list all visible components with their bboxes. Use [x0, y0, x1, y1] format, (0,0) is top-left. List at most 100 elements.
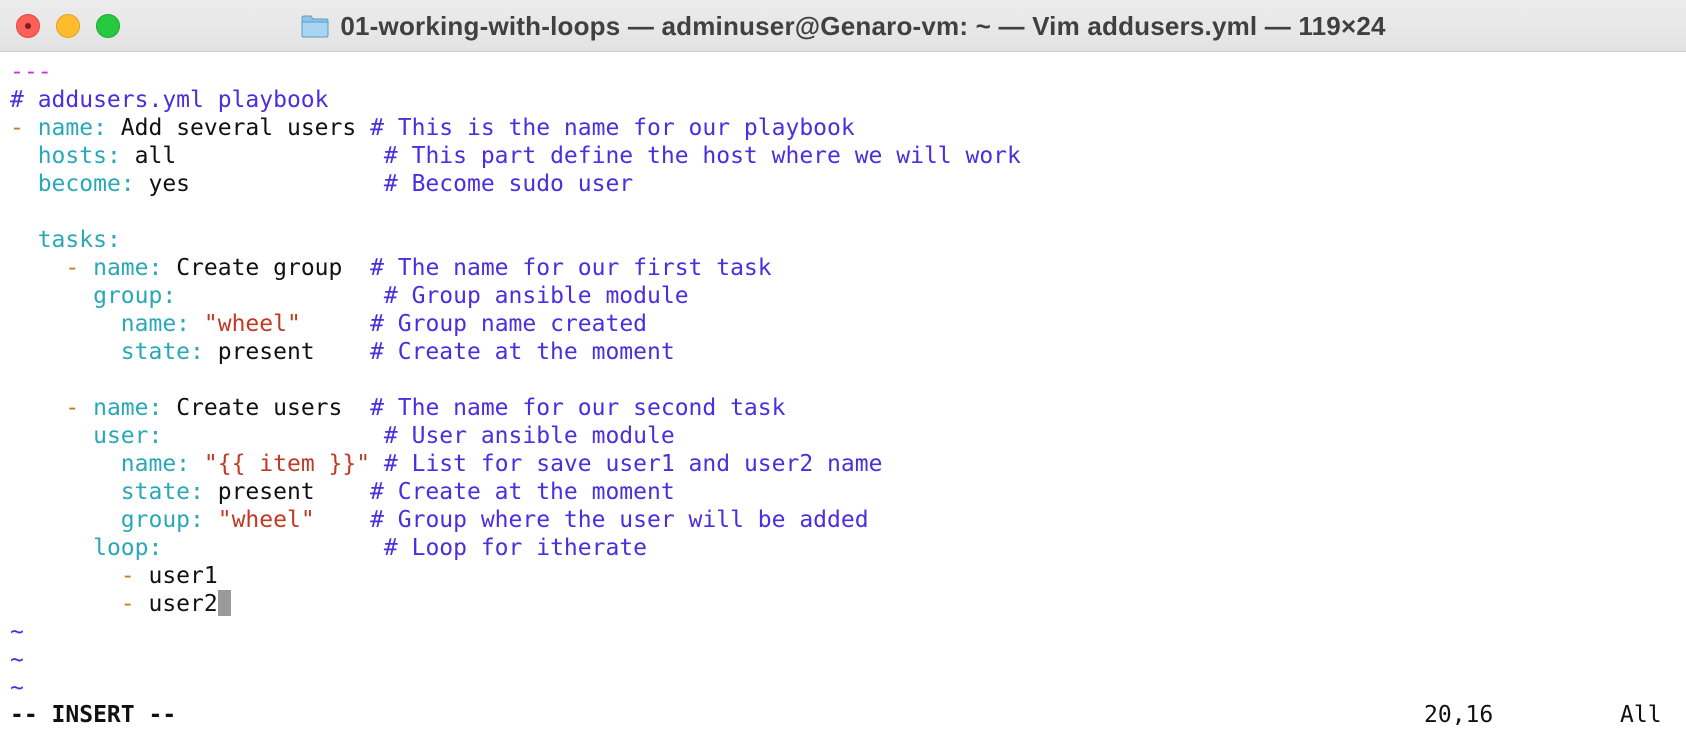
code-token-comment: # List for save user1 and user2 name [383, 451, 883, 477]
title-bar[interactable]: 01-working-with-loops — adminuser@Genaro… [0, 0, 1686, 52]
code-token-key: tasks: [37, 227, 121, 253]
code-token-text: Add several users [106, 115, 371, 141]
editor-line: - user2 [10, 590, 1686, 618]
code-token-text: user1 [148, 563, 218, 589]
code-token-tilde: ~ [10, 647, 24, 673]
editor-line: ~ [10, 618, 1686, 646]
code-token-text: present [203, 479, 371, 505]
editor-line: --- [10, 58, 1686, 86]
code-token-text: present [203, 339, 371, 365]
code-token-comment: # addusers.yml playbook [10, 87, 329, 113]
code-token-comment: # Create at the moment [370, 479, 675, 505]
editor-line: group: "wheel" # Group where the user wi… [10, 506, 1686, 534]
code-token-dash: - [65, 395, 94, 421]
scroll-indicator: All [1620, 702, 1662, 728]
code-token-key: name: [120, 311, 191, 337]
editor-line: - name: Create group # The name for our … [10, 254, 1686, 282]
editor-line: state: present # Create at the moment [10, 338, 1686, 366]
code-token-key: name: [93, 395, 163, 421]
window-title-group: 01-working-with-loops — adminuser@Genaro… [0, 0, 1686, 52]
code-token-comment: # The name for our first task [370, 255, 772, 281]
folder-icon [301, 15, 329, 38]
editor-line: hosts: all # This part define the host w… [10, 142, 1686, 170]
code-token-key: user: [93, 423, 163, 449]
code-token-text: yes [134, 171, 384, 197]
code-token-comment: # The name for our second task [370, 395, 786, 421]
editor-line: name: "wheel" # Group name created [10, 310, 1686, 338]
code-token-tilde: ~ [10, 675, 24, 701]
code-token-key: become: [37, 171, 135, 197]
code-token-dash: - [120, 563, 149, 589]
vim-editor-buffer[interactable]: --- # addusers.yml playbook - name: Add se… [0, 53, 1686, 740]
editor-line: tasks: [10, 226, 1686, 254]
code-token-key: group: [93, 283, 177, 309]
code-token-comment: # This part define the host where we wil… [383, 143, 1021, 169]
code-token-key: hosts: [37, 143, 121, 169]
code-token-comment: # Group ansible module [383, 283, 689, 309]
editor-line: user: # User ansible module [10, 422, 1686, 450]
code-token-key: name: [93, 255, 163, 281]
editor-line: group: # Group ansible module [10, 282, 1686, 310]
code-token-comment: # This is the name for our playbook [370, 115, 855, 141]
code-token-key: state: [120, 339, 204, 365]
code-token-docsep: --- [10, 59, 52, 85]
editor-line: loop: # Loop for itherate [10, 534, 1686, 562]
code-token-comment: # Group where the user will be added [370, 507, 869, 533]
editor-line: ~ [10, 674, 1686, 702]
code-token-comment: # Create at the moment [370, 339, 675, 365]
text-cursor [217, 590, 231, 616]
code-token-dash: - [65, 255, 94, 281]
cursor-position: 20,16 [1424, 702, 1494, 728]
code-token-tilde: ~ [10, 619, 24, 645]
code-token-key: group: [120, 507, 204, 533]
editor-line: # addusers.yml playbook [10, 86, 1686, 114]
terminal-window: 01-working-with-loops — adminuser@Genaro… [0, 0, 1686, 740]
code-token-dash: - [10, 115, 38, 141]
code-token-comment: # Loop for itherate [383, 535, 648, 561]
code-token-key: loop: [93, 535, 163, 561]
code-token-dash: - [120, 591, 149, 617]
editor-line: become: yes # Become sudo user [10, 170, 1686, 198]
mode-indicator: -- INSERT -- [10, 702, 177, 728]
code-token-comment: # User ansible module [383, 423, 675, 449]
code-token-key: name: [37, 115, 107, 141]
code-token-key: state: [120, 479, 204, 505]
editor-line: state: present # Create at the moment [10, 478, 1686, 506]
editor-line: ~ [10, 646, 1686, 674]
vim-status-line: -- INSERT -- 20,16 All [10, 701, 1686, 729]
code-token-comment: # Group name created [370, 311, 648, 337]
window-title: 01-working-with-loops — adminuser@Genaro… [340, 10, 1386, 41]
code-token-str: "wheel" [203, 311, 301, 337]
editor-line: - user1 [10, 562, 1686, 590]
code-token-text: user2 [148, 591, 218, 617]
editor-line: - name: Create users # The name for our … [10, 394, 1686, 422]
editor-line: name: "{{ item }}" # List for save user1… [10, 450, 1686, 478]
code-token-key: name: [120, 451, 191, 477]
code-token-text: all [120, 143, 384, 169]
code-token-comment: # Become sudo user [383, 171, 634, 197]
code-token-str: "{{ item }}" [203, 451, 371, 477]
